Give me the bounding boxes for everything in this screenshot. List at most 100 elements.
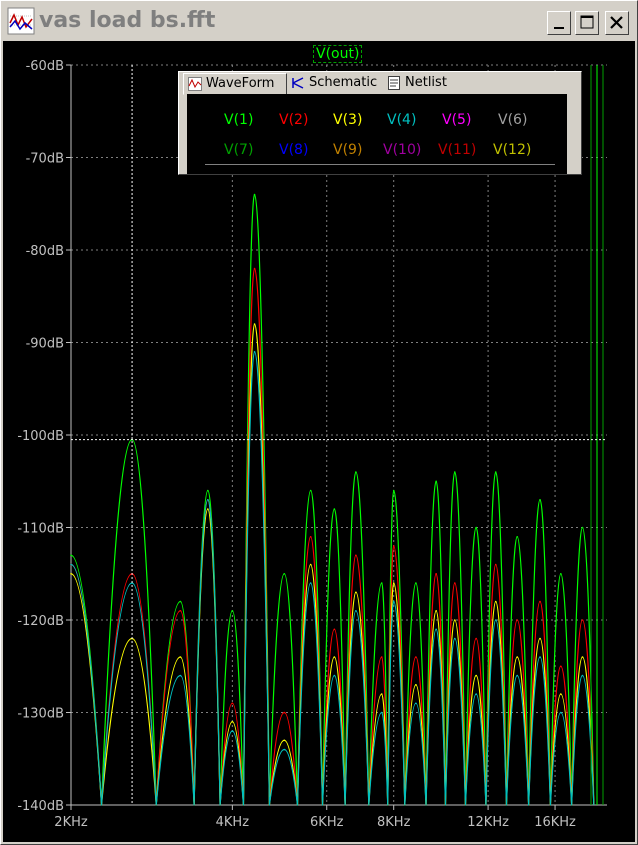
legend-entry[interactable]: V(8) (279, 142, 308, 158)
trace-label[interactable]: V(out) (313, 45, 363, 63)
data-point (516, 674, 519, 677)
legend-entry[interactable]: V(5) (442, 112, 471, 128)
y-tick-label: -70dB (26, 152, 64, 167)
y-tick-label: -120dB (17, 614, 64, 629)
y-tick-label: -110dB (17, 522, 64, 537)
legend-entry[interactable]: V(12) (493, 142, 531, 158)
data-point (494, 600, 497, 603)
data-point (516, 535, 519, 538)
title-bar[interactable]: vas load bs.fft (3, 3, 635, 39)
data-point (475, 693, 477, 695)
data-point (333, 508, 336, 510)
data-point (231, 609, 234, 612)
data-point (380, 693, 383, 695)
data-point (179, 600, 182, 603)
data-point (516, 619, 519, 621)
data-point (581, 526, 584, 529)
minimize-icon (554, 27, 564, 29)
tab-schematic-label: Schematic (309, 75, 378, 90)
tab-netlist-label: Netlist (405, 75, 447, 90)
legend-entry[interactable]: V(1) (224, 112, 253, 128)
data-point (415, 656, 417, 658)
data-point (453, 582, 456, 584)
y-tick-label: -60dB (26, 59, 64, 74)
y-tick-label: -80dB (26, 244, 64, 259)
legend-entry[interactable]: V(11) (438, 142, 476, 158)
x-tick-label: 6KHz (310, 815, 344, 830)
data-point (475, 637, 477, 640)
data-point (253, 193, 256, 196)
legend-divider (205, 164, 555, 165)
data-point (560, 711, 562, 714)
legend-entry[interactable]: V(7) (224, 142, 253, 158)
data-point (539, 498, 541, 501)
legend-entry[interactable]: V(3) (333, 112, 362, 128)
data-point (380, 582, 383, 584)
data-point (253, 323, 256, 325)
data-point (309, 489, 312, 492)
minimize-button[interactable] (547, 11, 571, 35)
close-icon (610, 16, 623, 29)
data-point (435, 480, 437, 483)
x-tick-label: 16KHz (534, 815, 576, 830)
data-point (70, 563, 72, 566)
x-tick-label: 12KHz (467, 815, 509, 830)
tab-netlist[interactable]: Netlist (383, 73, 453, 95)
data-point (207, 508, 209, 510)
data-point (581, 619, 584, 621)
data-point (415, 582, 417, 584)
data-point (475, 526, 477, 529)
data-point (581, 674, 584, 677)
legend-panel: WaveForm Schematic Netlist V(1) V(2) V(3… (178, 71, 582, 175)
data-point (380, 711, 383, 714)
data-point (179, 656, 182, 658)
data-point (309, 535, 312, 538)
data-point (453, 637, 456, 640)
legend-entry[interactable]: V(2) (279, 112, 308, 128)
data-point (380, 656, 383, 658)
window-title: vas load bs.fft (39, 8, 216, 33)
data-point (415, 683, 417, 686)
data-point (283, 739, 286, 742)
data-point (392, 545, 395, 547)
data-point (560, 572, 562, 575)
schematic-icon (292, 77, 304, 89)
data-point (253, 267, 256, 270)
data-point (516, 656, 519, 658)
series-line (70, 193, 595, 806)
data-point (355, 471, 357, 473)
data-point (494, 471, 497, 473)
tab-waveform-label: WaveForm (206, 76, 275, 91)
data-point (415, 702, 417, 705)
maximize-button[interactable] (575, 11, 599, 35)
data-point (392, 489, 395, 492)
legend-entry[interactable]: V(10) (383, 142, 421, 158)
x-tick-label: 4KHz (216, 815, 250, 830)
legend-entry[interactable]: V(4) (387, 112, 416, 128)
series-line (70, 323, 595, 806)
data-point (560, 693, 562, 695)
data-point (333, 656, 336, 658)
tab-waveform[interactable]: WaveForm (183, 73, 287, 95)
close-button[interactable] (605, 11, 629, 35)
tab-schematic[interactable]: Schematic (287, 73, 383, 95)
netlist-icon (388, 76, 400, 90)
data-point (283, 748, 286, 751)
y-tick-label: -90dB (26, 337, 64, 352)
legend-entry[interactable]: V(9) (333, 142, 362, 158)
series-line (70, 351, 595, 806)
data-point (333, 674, 336, 677)
data-point (231, 720, 234, 723)
legend-area: V(1) V(2) V(3) V(4) V(5) V(6) V(7) V(8) … (187, 94, 567, 174)
x-tick-label: 8KHz (377, 815, 411, 830)
waveform-icon (188, 77, 202, 91)
y-tick-label: -140dB (17, 799, 64, 814)
data-point (355, 609, 357, 612)
data-point (494, 563, 497, 566)
data-point (392, 600, 395, 603)
data-point (581, 656, 584, 658)
app-window: vas load bs.fft -60dB -70dB -80dB -90dB -100… (0, 0, 638, 845)
data-point (231, 702, 234, 705)
legend-entry[interactable]: V(6) (498, 112, 527, 128)
data-point (435, 628, 437, 631)
